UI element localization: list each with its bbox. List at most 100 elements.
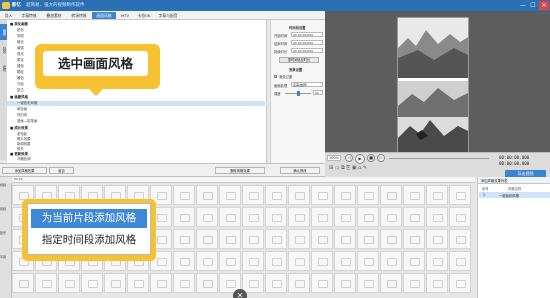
timeline-cell[interactable] (265, 207, 287, 227)
tree-item[interactable]: 褪色 (17, 64, 24, 69)
tree-item[interactable]: 暖色 (17, 76, 24, 81)
timeline-cell[interactable] (380, 273, 402, 293)
timeline-cell[interactable] (449, 251, 471, 271)
tree-item[interactable]: 复古 (17, 88, 24, 93)
timeline-cell[interactable] (449, 229, 471, 249)
tree-item-selected[interactable]: 一键色彩风格 (17, 101, 37, 106)
timeline-cell[interactable] (334, 251, 356, 271)
timeline-cell[interactable] (242, 185, 264, 205)
timeline-cell[interactable] (426, 185, 448, 205)
timeline-cell[interactable] (196, 207, 218, 227)
timeline-cell[interactable] (426, 273, 448, 293)
confirm-modify-button[interactable]: 确认修改 (280, 167, 320, 174)
timeline-cell[interactable] (403, 273, 425, 293)
vtab-filter[interactable]: 滤镜 (0, 60, 7, 76)
tree-item[interactable]: 柔化 (17, 58, 24, 63)
timeline-cell[interactable] (288, 185, 310, 205)
timeline-cell[interactable] (449, 185, 471, 205)
cliplist-row[interactable]: 1 一键色彩风格 (479, 192, 550, 198)
fade-checkbox[interactable] (274, 75, 277, 78)
timeline-cell[interactable] (311, 185, 333, 205)
timeline-cell[interactable] (173, 229, 195, 249)
timeline-cell[interactable] (219, 185, 241, 205)
add-style-button[interactable]: 添加风格效果 (2, 167, 47, 174)
timeline-cell[interactable] (334, 207, 356, 227)
timeline-cell[interactable] (288, 229, 310, 249)
timeline-cell[interactable] (334, 273, 356, 293)
tree-item[interactable]: 怀旧风 (17, 113, 27, 118)
tab-mtv[interactable]: MTV (117, 12, 133, 19)
maximize-button[interactable]: ☐ (528, 1, 538, 10)
timeline-cell[interactable] (242, 251, 264, 271)
tab-transition[interactable]: 转场特效 (67, 12, 91, 19)
auto-fit-duration-button[interactable]: 按时间适应时长 (279, 57, 319, 63)
timeline-cell[interactable] (265, 251, 287, 271)
timeline-cell[interactable] (242, 273, 264, 293)
minimize-button[interactable]: — (518, 1, 528, 10)
timeline-cell[interactable] (219, 229, 241, 249)
tree-item[interactable]: 冷色 (17, 82, 24, 87)
timeline-cell[interactable] (403, 251, 425, 271)
timeline-cell[interactable] (311, 273, 333, 293)
menu-item-add-current[interactable]: 为当前片段添加风格 (31, 209, 147, 228)
timeline-cell[interactable] (334, 229, 356, 249)
timeline-cell[interactable] (196, 251, 218, 271)
timeline-cell[interactable] (380, 229, 402, 249)
timeline-cell[interactable] (104, 273, 126, 293)
close-circle-icon[interactable]: ✕ (233, 289, 247, 298)
timeline-cell[interactable] (288, 273, 310, 293)
tree-item[interactable]: 漫画—铅笔画 (17, 119, 37, 124)
timeline-cell[interactable] (265, 273, 287, 293)
timeline-cell[interactable] (58, 273, 80, 293)
timeline-cell[interactable] (81, 273, 103, 293)
timeline-cell[interactable] (219, 251, 241, 271)
timeline-cell[interactable] (173, 251, 195, 271)
progress-bar[interactable] (389, 158, 489, 159)
end-time-field[interactable]: 00:00:00.000 (291, 40, 323, 45)
timeline-cell[interactable] (403, 207, 425, 227)
vtab-effect[interactable]: 特效 (0, 42, 7, 58)
tab-import[interactable]: 导入 (1, 12, 16, 19)
timeline-cell[interactable] (288, 207, 310, 227)
combine-button[interactable]: 组合 (49, 167, 74, 174)
tab-subtitle-dub[interactable]: 字幕与配音 (155, 12, 181, 19)
tab-karaoke[interactable]: 卡拉OK (134, 12, 154, 19)
zoom-select[interactable]: 100% (327, 155, 341, 161)
tab-picture-style[interactable]: 画面风格 (92, 12, 116, 19)
timeline-cell[interactable] (357, 229, 379, 249)
next-frame-icon[interactable]: ▷ (377, 154, 385, 162)
timeline-cell[interactable] (12, 273, 34, 293)
timeline-cell[interactable] (449, 273, 471, 293)
timeline-cell[interactable] (403, 185, 425, 205)
play-icon[interactable]: ▶ (355, 154, 365, 164)
timeline-cell[interactable] (196, 273, 218, 293)
close-button[interactable]: ✕ (539, 1, 549, 10)
stop-icon[interactable]: ■ (367, 154, 375, 162)
duration-field[interactable]: 00:00:00.000 (291, 48, 323, 53)
timeline-cell[interactable] (196, 229, 218, 249)
timeline-cell[interactable] (357, 273, 379, 293)
timeline-cell[interactable] (196, 185, 218, 205)
start-time-field[interactable]: 00:00:00.000 (291, 32, 323, 37)
timeline-cell[interactable] (357, 207, 379, 227)
prev-frame-icon[interactable]: ◁ (345, 154, 353, 162)
timeline-cell[interactable] (311, 207, 333, 227)
timeline-cell[interactable] (426, 229, 448, 249)
tree-item[interactable]: 增强 (17, 46, 24, 51)
timeline-cell[interactable] (242, 207, 264, 227)
timeline-cell[interactable] (150, 273, 172, 293)
timeline-cell[interactable] (403, 229, 425, 249)
timeline-cell[interactable] (127, 273, 149, 293)
timeline-cell[interactable] (173, 185, 195, 205)
timeline-cell[interactable] (35, 273, 57, 293)
tree-group-beautify[interactable]: ■ 美化画面 (10, 22, 28, 27)
timeline-cell[interactable] (380, 185, 402, 205)
tree-item[interactable]: 颗粒 (17, 70, 24, 75)
timeline-ruler[interactable]: 00:00 (12, 177, 475, 183)
timeline-cell[interactable] (357, 251, 379, 271)
tree-item[interactable]: 强光 (17, 52, 24, 57)
strength-slider-handle[interactable] (297, 91, 300, 96)
timeline-cell[interactable] (426, 251, 448, 271)
tree-group-style[interactable]: ■ 画面风格 (10, 95, 28, 100)
remove-style-button[interactable]: 删除风格效果 (215, 167, 265, 174)
